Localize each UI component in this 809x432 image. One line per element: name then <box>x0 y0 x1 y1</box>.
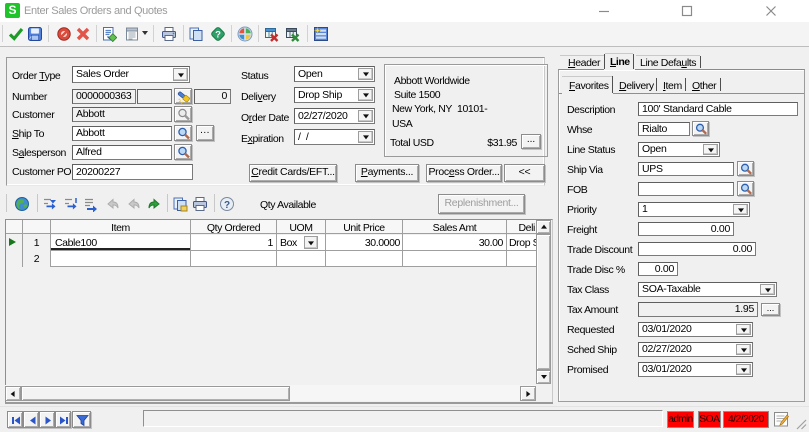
svg-text:?: ? <box>215 30 221 41</box>
svg-text:?: ? <box>224 200 230 211</box>
